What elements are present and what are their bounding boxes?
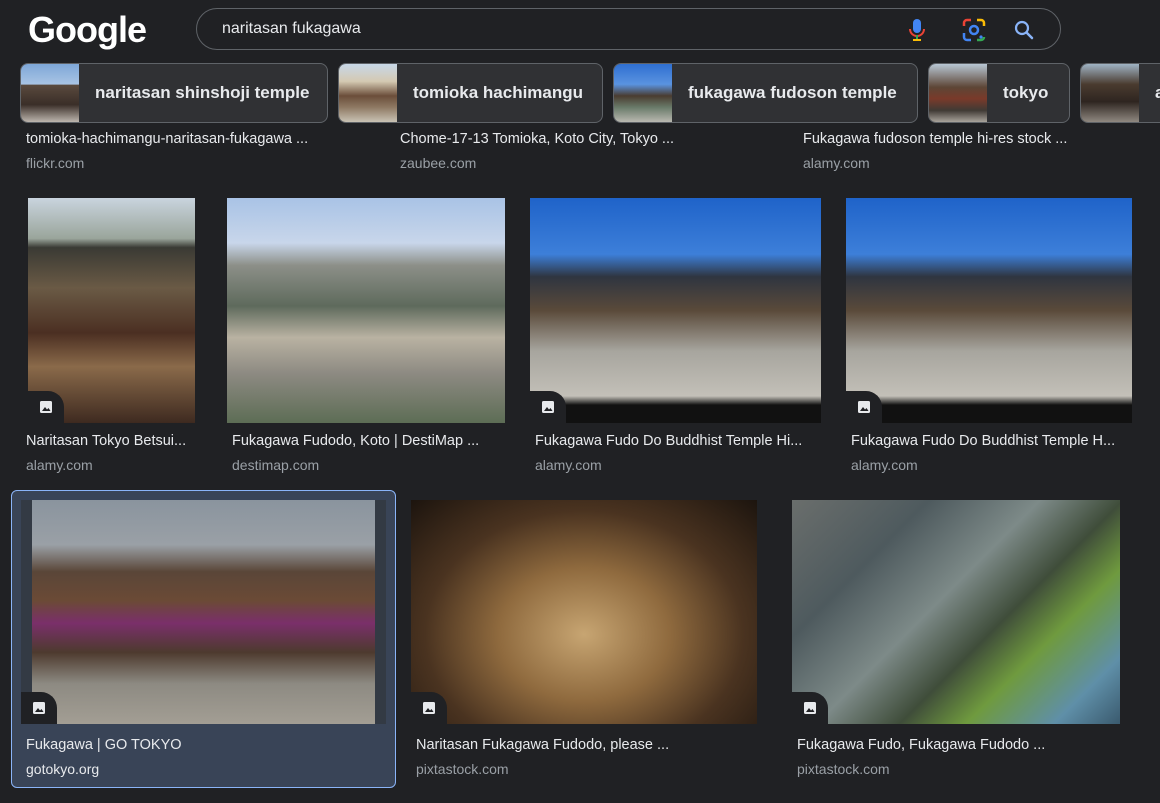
chip-thumbnail (1081, 64, 1139, 122)
result-image[interactable] (792, 500, 1120, 724)
result-source[interactable]: pixtastock.com (416, 761, 616, 777)
result-source[interactable]: pixtastock.com (797, 761, 997, 777)
result-title[interactable]: Fukagawa Fudo Do Buddhist Temple Hi... (535, 433, 820, 449)
result-image[interactable] (530, 198, 821, 423)
result-source[interactable]: destimap.com (232, 457, 432, 473)
google-lens-icon[interactable] (961, 17, 987, 43)
chip-label: naritasan shinshoji temple (95, 83, 310, 102)
chip-label: tokyo (1003, 83, 1049, 102)
result-title[interactable]: Fukagawa Fudodo, Koto | DestiMap ... (232, 433, 502, 449)
result-image[interactable] (227, 198, 505, 423)
image-icon (28, 391, 64, 423)
result-source[interactable]: zaubee.com (400, 155, 600, 171)
chip-thumbnail (614, 64, 672, 122)
result-title[interactable]: Fukagawa | GO TOKYO (26, 737, 376, 753)
chip-label: tomioka hachimangu (413, 83, 584, 102)
result-title[interactable]: Chome-17-13 Tomioka, Koto City, Tokyo ..… (400, 131, 740, 147)
microphone-icon[interactable] (904, 17, 930, 43)
result-image[interactable] (21, 500, 386, 724)
image-icon (792, 692, 828, 724)
search-icon[interactable] (1011, 17, 1037, 43)
search-input[interactable] (222, 18, 872, 40)
chip-fukagawa-fudoson-temple[interactable]: fukagawa fudoson temple (613, 63, 918, 123)
result-source[interactable]: gotokyo.org (26, 761, 226, 777)
chip-thumbnail (339, 64, 397, 122)
chip-tomioka-hachimangu[interactable]: tomioka hachimangu (338, 63, 603, 123)
image-icon (530, 391, 566, 423)
image-icon (21, 692, 57, 724)
google-logo[interactable]: Google (28, 9, 147, 51)
result-photo (32, 500, 375, 724)
related-searches: naritasan shinshoji temple tomioka hachi… (20, 63, 1160, 123)
result-image[interactable] (846, 198, 1132, 423)
chip-thumbnail (21, 64, 79, 122)
result-image[interactable] (411, 500, 757, 724)
chip-thumbnail (929, 64, 987, 122)
top-bar: Google naritasan fukagawa naritasan shin… (0, 0, 1160, 132)
result-title[interactable]: Naritasan Fukagawa Fudodo, please ... (416, 737, 756, 753)
result-title[interactable]: Fukagawa Fudo Do Buddhist Temple H... (851, 433, 1136, 449)
result-source[interactable]: alamy.com (803, 155, 1003, 171)
chip-label: a (1139, 83, 1160, 103)
result-title[interactable]: tomioka-hachimangu-naritasan-fukagawa ..… (26, 131, 366, 147)
image-icon (411, 692, 447, 724)
search-box[interactable] (196, 8, 1061, 50)
result-source[interactable]: flickr.com (26, 155, 226, 171)
result-title[interactable]: Fukagawa Fudo, Fukagawa Fudodo ... (797, 737, 1127, 753)
chip-more[interactable]: a (1080, 63, 1160, 123)
result-image[interactable] (28, 198, 195, 423)
chip-label: fukagawa fudoson temple (688, 83, 897, 102)
result-title[interactable]: Naritasan Tokyo Betsui... (26, 433, 198, 449)
result-source[interactable]: alamy.com (535, 457, 735, 473)
chip-naritasan-shinshoji-temple[interactable]: naritasan shinshoji temple (20, 63, 328, 123)
result-source[interactable]: alamy.com (851, 457, 1051, 473)
image-icon (846, 391, 882, 423)
chip-tokyo[interactable]: tokyo (928, 63, 1070, 123)
result-title[interactable]: Fukagawa fudoson temple hi-res stock ... (803, 131, 1143, 147)
result-source[interactable]: alamy.com (26, 457, 198, 473)
